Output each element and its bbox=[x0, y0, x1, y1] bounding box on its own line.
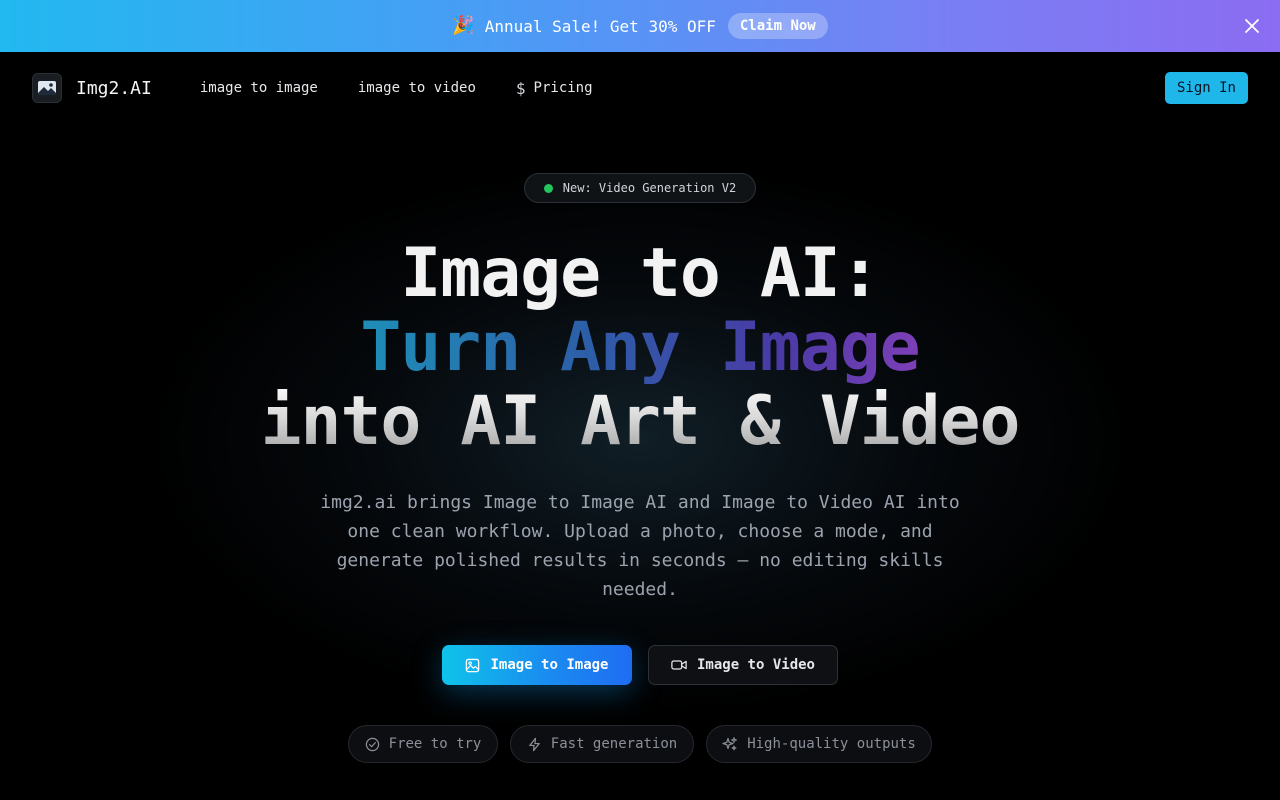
hero-title-silver-text: into AI Art & Video bbox=[260, 382, 1021, 461]
feature-chip-quality: High-quality outputs bbox=[706, 725, 932, 763]
promo-banner-content: 🎉 Annual Sale! Get 30% OFF Claim Now bbox=[452, 13, 828, 39]
hero-title-line-2: Turn Any Image bbox=[0, 312, 1280, 384]
new-feature-badge[interactable]: New: Video Generation V2 bbox=[524, 173, 756, 203]
nav-link-label: Pricing bbox=[533, 80, 593, 96]
hero-subtitle: img2.ai brings Image to Image AI and Ima… bbox=[320, 492, 960, 600]
feature-chip-free: Free to try bbox=[348, 725, 498, 763]
video-camera-icon bbox=[671, 660, 687, 670]
hero-title-line-1: Image to AI: bbox=[400, 234, 880, 313]
nav-links: image to image image to video $ Pricing bbox=[200, 79, 593, 98]
status-dot-icon bbox=[543, 183, 553, 193]
party-popper-icon: 🎉 bbox=[452, 15, 475, 36]
hero-title-gradient-text: Turn Any Image bbox=[360, 308, 920, 387]
feature-chip-fast: Fast generation bbox=[510, 725, 694, 763]
nav-link-pricing[interactable]: $ Pricing bbox=[516, 79, 593, 98]
badge-text: New: Video Generation V2 bbox=[562, 181, 737, 195]
nav-link-image-to-video[interactable]: image to video bbox=[358, 80, 476, 96]
image-to-video-button[interactable]: Image to Video bbox=[648, 645, 838, 685]
check-circle-icon bbox=[365, 737, 379, 751]
lightning-icon bbox=[528, 737, 540, 751]
hero-title-line-3: into AI Art & Video bbox=[0, 386, 1280, 458]
cta-label: Image to Image bbox=[490, 657, 609, 673]
image-to-image-button[interactable]: Image to Image bbox=[442, 645, 632, 685]
close-icon[interactable] bbox=[1240, 14, 1264, 38]
brand-logo[interactable]: Img2.AI bbox=[32, 73, 152, 103]
nav-link-label: image to video bbox=[357, 80, 476, 96]
feature-label: Fast generation bbox=[550, 736, 678, 752]
logo-image-icon bbox=[32, 73, 62, 103]
image-icon bbox=[466, 658, 480, 672]
claim-now-button[interactable]: Claim Now bbox=[727, 13, 828, 39]
sparkles-icon bbox=[722, 737, 738, 751]
sign-in-button[interactable]: Sign In bbox=[1164, 72, 1248, 104]
feature-label: High-quality outputs bbox=[747, 736, 916, 752]
feature-label: Free to try bbox=[388, 736, 482, 752]
nav-link-label: image to image bbox=[199, 80, 318, 96]
top-nav: Img2.AI image to image image to video $ … bbox=[0, 52, 1280, 124]
brand-name: Img2.AI bbox=[76, 77, 152, 99]
promo-banner: 🎉 Annual Sale! Get 30% OFF Claim Now bbox=[0, 0, 1280, 52]
cta-label: Image to Video bbox=[696, 657, 815, 673]
nav-link-image-to-image[interactable]: image to image bbox=[200, 80, 318, 96]
dollar-icon: $ bbox=[515, 78, 526, 98]
promo-text: Annual Sale! Get 30% OFF bbox=[484, 16, 716, 36]
